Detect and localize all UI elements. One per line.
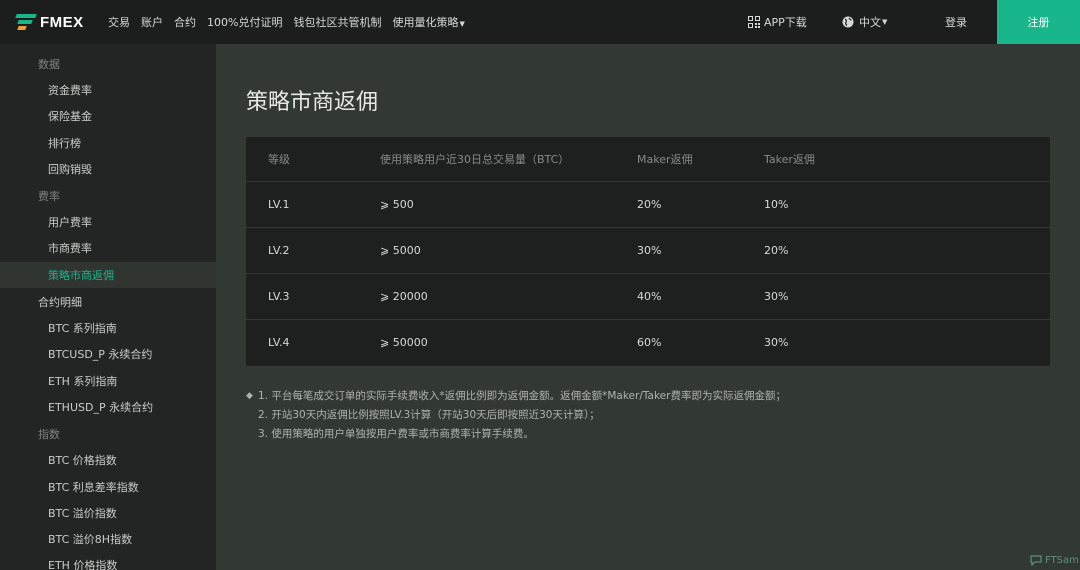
rebate-table: 等级 使用策略用户近30日总交易量（BTC） Maker返佣 Taker返佣 L… <box>246 137 1050 366</box>
language-selector[interactable]: 中文 ▼ <box>842 0 887 44</box>
app-download-link[interactable]: APP下载 <box>748 0 807 44</box>
main-content: 策略市商返佣 等级 使用策略用户近30日总交易量（BTC） Maker返佣 Ta… <box>216 44 1080 570</box>
note-text: 3. 使用策略的用户单独按用户费率或市商费率计算手续费。 <box>258 428 534 440</box>
sidebar-item-eth-price-index[interactable]: ETH 价格指数 <box>0 552 216 570</box>
caret-down-icon: ▼ <box>459 20 465 28</box>
note-item: 2. 开站30天内返佣比例按照LV.3计算（开站30天后即按照近30天计算）； <box>246 406 786 425</box>
sidebar-section-index: 指数 <box>38 428 60 441</box>
sidebar-section-data: 数据 <box>38 58 60 71</box>
header-level: 等级 <box>268 153 290 166</box>
register-button[interactable]: 注册 <box>997 0 1080 44</box>
cell-level: LV.2 <box>268 244 290 257</box>
page-title: 策略市商返佣 <box>246 90 379 115</box>
cell-maker: 40% <box>637 290 662 303</box>
cell-maker: 20% <box>637 198 662 211</box>
sidebar-item-leaderboard[interactable]: 排行榜 <box>0 130 216 156</box>
sidebar-item-btc-premium-8h-index[interactable]: BTC 溢价8H指数 <box>0 526 216 552</box>
cell-maker: 30% <box>637 244 662 257</box>
nav-item-trade[interactable]: 交易 <box>108 14 130 30</box>
language-label: 中文 <box>859 16 881 29</box>
header-volume: 使用策略用户近30日总交易量（BTC） <box>380 153 570 166</box>
cell-taker: 30% <box>764 336 789 349</box>
app-download-label: APP下载 <box>764 16 807 29</box>
logo-text: FMEX <box>40 13 84 31</box>
cell-volume: ⩾ 500 <box>380 198 414 211</box>
cell-level: LV.1 <box>268 198 290 211</box>
table-header-row: 等级 使用策略用户近30日总交易量（BTC） Maker返佣 Taker返佣 <box>246 137 1050 181</box>
note-text: 2. 开站30天内返佣比例按照LV.3计算（开站30天后即按照近30天计算）； <box>258 409 600 421</box>
sidebar-item-insurance-fund[interactable]: 保险基金 <box>0 103 216 129</box>
note-item: ◆ 1. 平台每笔成交订单的实际手续费收入*返佣比例即为返佣金额。返佣金额*Ma… <box>246 387 786 406</box>
sidebar-item-user-fee[interactable]: 用户费率 <box>0 209 216 235</box>
header-taker-rebate: Taker返佣 <box>764 153 815 166</box>
cell-taker: 10% <box>764 198 789 211</box>
nav-item-wallet-governance[interactable]: 钱包社区共管机制 <box>293 14 381 30</box>
cell-volume: ⩾ 50000 <box>380 336 428 349</box>
note-item: 3. 使用策略的用户单独按用户费率或市商费率计算手续费。 <box>246 425 786 444</box>
caret-down-icon: ▼ <box>882 18 888 26</box>
nav-item-reserve-proof[interactable]: 100%兑付证明 <box>207 14 282 30</box>
cell-volume: ⩾ 5000 <box>380 244 421 257</box>
globe-icon <box>842 16 854 28</box>
sidebar-item-btc-series-guide[interactable]: BTC 系列指南 <box>0 315 216 341</box>
table-row: LV.4 ⩾ 50000 60% 30% <box>246 319 1050 365</box>
sidebar-item-market-maker-fee[interactable]: 市商费率 <box>0 235 216 261</box>
note-text: 1. 平台每笔成交订单的实际手续费收入*返佣比例即为返佣金额。返佣金额*Make… <box>258 390 786 402</box>
sidebar-section-contract-details[interactable]: 合约明细 <box>0 289 216 315</box>
login-button[interactable]: 登录 <box>916 0 996 44</box>
sidebar-item-funding-rate[interactable]: 资金费率 <box>0 77 216 103</box>
watermark-text: FTSam <box>1045 554 1079 566</box>
table-row: LV.1 ⩾ 500 20% 10% <box>246 181 1050 227</box>
sidebar-item-btc-premium-index[interactable]: BTC 溢价指数 <box>0 500 216 526</box>
table-row: LV.2 ⩾ 5000 30% 20% <box>246 227 1050 273</box>
sidebar-item-buyback-burn[interactable]: 回购销毁 <box>0 156 216 182</box>
cell-level: LV.3 <box>268 290 290 303</box>
sidebar-item-ethusd-perpetual[interactable]: ETHUSD_P 永续合约 <box>0 394 216 420</box>
main-nav: 交易 账户 合约 100%兑付证明 钱包社区共管机制 使用量化策略▼ <box>108 0 476 44</box>
diamond-icon: ◆ <box>246 391 253 401</box>
cell-volume: ⩾ 20000 <box>380 290 428 303</box>
cell-taker: 30% <box>764 290 789 303</box>
nav-item-contract[interactable]: 合约 <box>174 14 196 30</box>
qr-code-icon <box>748 16 760 28</box>
sidebar-item-strategy-mm-rebate[interactable]: 策略市商返佣 <box>0 262 216 288</box>
chat-bubble-icon <box>1030 554 1042 567</box>
sidebar-item-btcusd-perpetual[interactable]: BTCUSD_P 永续合约 <box>0 341 216 367</box>
watermark: FTSam <box>1030 554 1079 567</box>
header-maker-rebate: Maker返佣 <box>637 153 693 166</box>
sidebar: 数据 资金费率 保险基金 排行榜 回购销毁 费率 用户费率 市商费率 策略市商返… <box>0 44 216 570</box>
nav-item-account[interactable]: 账户 <box>141 14 163 30</box>
sidebar-item-btc-price-index[interactable]: BTC 价格指数 <box>0 447 216 473</box>
top-navigation-bar: FMEX 交易 账户 合约 100%兑付证明 钱包社区共管机制 使用量化策略▼ … <box>0 0 1080 44</box>
table-row: LV.3 ⩾ 20000 40% 30% <box>246 273 1050 319</box>
nav-item-quant-strategy[interactable]: 使用量化策略▼ <box>392 14 464 30</box>
cell-level: LV.4 <box>268 336 290 349</box>
rebate-notes: ◆ 1. 平台每笔成交订单的实际手续费收入*返佣比例即为返佣金额。返佣金额*Ma… <box>246 387 786 444</box>
fmex-logo[interactable]: FMEX <box>15 13 84 31</box>
nav-item-quant-strategy-label: 使用量化策略 <box>392 16 459 29</box>
cell-taker: 20% <box>764 244 789 257</box>
sidebar-section-fees: 费率 <box>38 190 60 203</box>
fmex-logo-icon <box>15 14 37 30</box>
cell-maker: 60% <box>637 336 662 349</box>
sidebar-item-eth-series-guide[interactable]: ETH 系列指南 <box>0 368 216 394</box>
sidebar-item-btc-interest-index[interactable]: BTC 利息差率指数 <box>0 474 216 500</box>
